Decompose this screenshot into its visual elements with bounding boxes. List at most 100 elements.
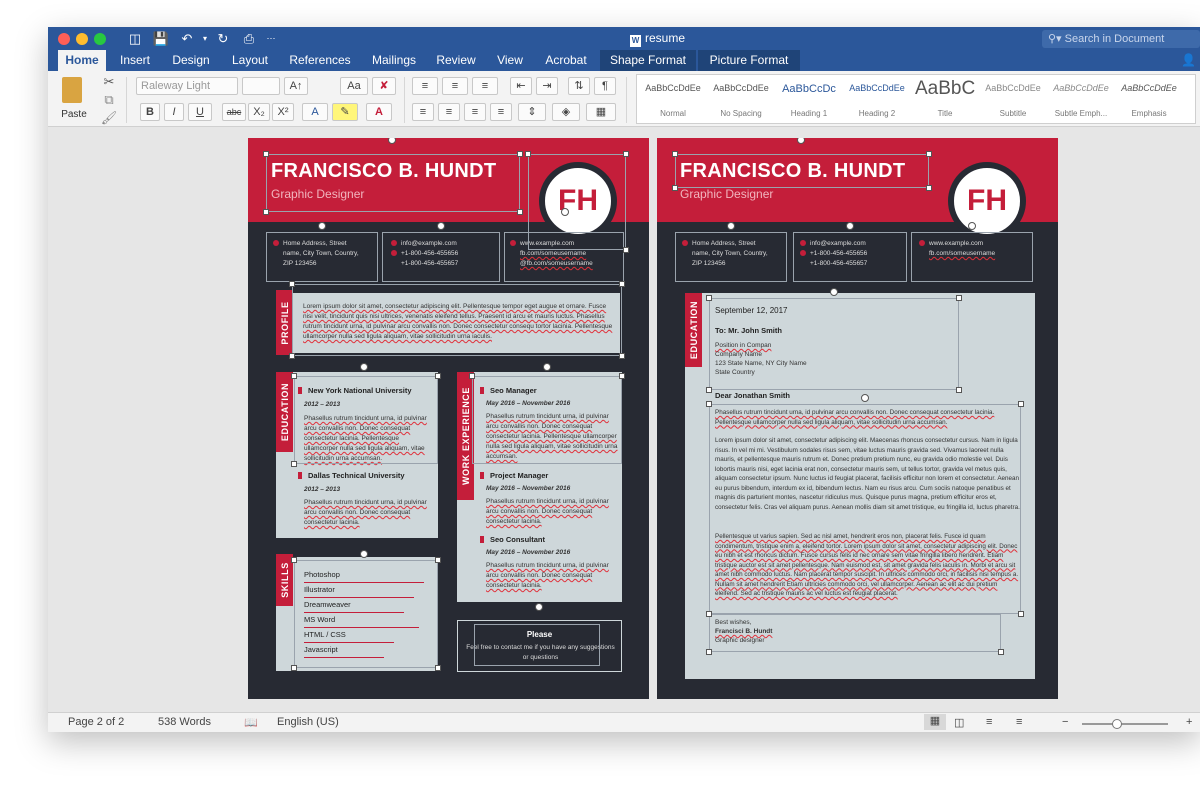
page-count[interactable]: Page 2 of 2	[68, 716, 124, 728]
clear-formatting-icon[interactable]: ✘	[372, 77, 396, 95]
work-role-2[interactable]: Project Manager	[480, 471, 548, 480]
resume-page[interactable]: FRANCISCO B. HUNDT Graphic Designer FH H…	[248, 138, 649, 699]
resize-handle[interactable]	[1018, 611, 1024, 617]
share-icon[interactable]: 👤	[1181, 53, 1196, 67]
education-text-1[interactable]: Phasellus rutrum tincidunt urna, id pulv…	[304, 414, 434, 464]
tab-shape-format[interactable]: Shape Format	[600, 50, 696, 71]
cut-icon[interactable]: ✂	[100, 73, 118, 90]
rotate-handle[interactable]	[727, 222, 735, 230]
tab-picture-format[interactable]: Picture Format	[698, 50, 800, 71]
resize-handle[interactable]	[435, 557, 441, 563]
resize-handle[interactable]	[706, 387, 712, 393]
education-tab[interactable]: EDUCATION	[276, 372, 293, 452]
style-title[interactable]: AaBbC Title	[915, 77, 975, 121]
work-text-1[interactable]: Phasellus rutrum tincidunt urna, id pulv…	[486, 412, 618, 462]
resize-handle[interactable]	[619, 373, 625, 379]
increase-indent-icon[interactable]: ⇥	[536, 77, 558, 95]
line-spacing-icon[interactable]: ⇕	[518, 103, 546, 121]
tab-view[interactable]: View	[490, 50, 530, 71]
tab-layout[interactable]: Layout	[226, 50, 274, 71]
contact-email-phone[interactable]: info@example.com +1-800-456-455656 +1-80…	[391, 239, 458, 269]
resize-handle[interactable]	[289, 353, 295, 359]
style-subtle-emphasis[interactable]: AaBbCcDdEe Subtle Emph...	[1051, 77, 1111, 121]
rotate-handle[interactable]	[535, 603, 543, 611]
close-window-button[interactable]	[58, 33, 70, 45]
letter-contact-address[interactable]: Home Address, Street name, City Town, Co…	[682, 239, 768, 269]
education-school-2[interactable]: Dallas Technical University	[298, 471, 405, 480]
resize-handle[interactable]	[706, 401, 712, 407]
proofing-icon[interactable]: 📖	[244, 716, 258, 729]
style-no-spacing[interactable]: AaBbCcDdEe No Spacing	[711, 77, 771, 121]
contact-web[interactable]: www.example.com fb.com/someusername @fb.…	[510, 239, 593, 269]
tab-home[interactable]: Home	[58, 50, 106, 71]
bullets-icon[interactable]: ≡	[412, 77, 438, 95]
font-size-select[interactable]	[242, 77, 280, 95]
resume-job-title[interactable]: Graphic Designer	[271, 187, 364, 201]
letter-paragraph-1[interactable]: Phasellus rutrum tincidunt urna, id pulv…	[715, 408, 1020, 427]
profile-text[interactable]: Lorem ipsum dolor sit amet, consectetur …	[303, 302, 613, 342]
tab-review[interactable]: Review	[432, 50, 480, 71]
letter-job-title[interactable]: Graphic Designer	[680, 187, 773, 201]
outline-view-icon[interactable]: ≡	[986, 716, 992, 728]
profile-tab[interactable]: PROFILE	[276, 290, 293, 355]
font-color-icon[interactable]: A	[366, 103, 392, 121]
letter-paragraph-2[interactable]: Lorem ipsum dolor sit amet, consectetur …	[715, 436, 1020, 512]
resize-handle[interactable]	[291, 373, 297, 379]
work-role-1[interactable]: Seo Manager	[480, 386, 537, 395]
rotate-handle[interactable]	[846, 222, 854, 230]
letter-greeting[interactable]: Dear Jonathan Smith	[715, 391, 790, 400]
rotate-handle[interactable]	[360, 363, 368, 371]
work-experience-tab[interactable]: WORK EXPERIENCE	[457, 372, 474, 500]
underline-button[interactable]: U	[188, 103, 212, 121]
grow-font-icon[interactable]: A↑	[284, 77, 308, 95]
resize-handle[interactable]	[623, 151, 629, 157]
resize-handle[interactable]	[263, 209, 269, 215]
cover-letter-page[interactable]: FRANCISCO B. HUNDT Graphic Designer FH H…	[657, 138, 1058, 699]
resume-name[interactable]: FRANCISCO B. HUNDT	[271, 160, 496, 183]
monogram-badge[interactable]: FH	[539, 162, 617, 240]
undo-dropdown-icon[interactable]: ▾	[196, 30, 214, 47]
rotate-handle[interactable]	[543, 363, 551, 371]
resize-handle[interactable]	[263, 151, 269, 157]
resize-handle[interactable]	[706, 649, 712, 655]
resize-handle[interactable]	[619, 281, 625, 287]
skills-panel[interactable]	[276, 557, 438, 671]
rotate-handle[interactable]	[861, 394, 869, 402]
letter-date[interactable]: September 12, 2017	[715, 306, 788, 315]
skill-item[interactable]: Photoshop	[304, 570, 340, 579]
customize-toolbar-icon[interactable]: ⋯	[262, 30, 280, 47]
education-dates-2[interactable]: 2012 – 2013	[304, 486, 340, 493]
web-layout-view-icon[interactable]: ◫	[954, 716, 964, 729]
resize-handle[interactable]	[1018, 401, 1024, 407]
sort-icon[interactable]: ⇅	[568, 77, 590, 95]
resize-handle[interactable]	[926, 151, 932, 157]
rotate-handle[interactable]	[561, 208, 569, 216]
contact-address[interactable]: Home Address, Street name, City Town, Co…	[273, 239, 359, 269]
resize-handle[interactable]	[469, 373, 475, 379]
resize-handle[interactable]	[291, 557, 297, 563]
tab-design[interactable]: Design	[166, 50, 216, 71]
work-text-3[interactable]: Phasellus rutrum tincidunt urna, id pulv…	[486, 561, 618, 591]
resize-handle[interactable]	[926, 185, 932, 191]
letter-signoff[interactable]: Best wishes, Francisci B. Hundt Graphic …	[715, 618, 915, 645]
search-field[interactable]: ⚲▾ Search in Document	[1042, 30, 1200, 48]
zoom-window-button[interactable]	[94, 33, 106, 45]
superscript-button[interactable]: X²	[272, 103, 294, 121]
work-dates-1[interactable]: May 2016 – November 2016	[486, 400, 570, 407]
tab-mailings[interactable]: Mailings	[366, 50, 422, 71]
skill-item[interactable]: Dreamweaver	[304, 600, 351, 609]
style-emphasis[interactable]: AaBbCcDdEe Emphasis	[1119, 77, 1179, 121]
education-text-2[interactable]: Phasellus rutrum tincidunt urna, id pulv…	[304, 498, 434, 528]
rotate-handle[interactable]	[318, 222, 326, 230]
zoom-in-icon[interactable]: +	[1186, 716, 1192, 728]
justify-icon[interactable]: ≡	[490, 103, 512, 121]
resize-handle[interactable]	[619, 353, 625, 359]
letter-name[interactable]: FRANCISCO B. HUNDT	[680, 160, 905, 183]
resize-handle[interactable]	[956, 387, 962, 393]
zoom-slider-thumb[interactable]	[1112, 719, 1122, 729]
contact-note-box[interactable]: Please Feel free to contact me if you ha…	[457, 620, 622, 672]
numbering-icon[interactable]: ≡	[442, 77, 468, 95]
text-effects-icon[interactable]: A	[302, 103, 328, 121]
resize-handle[interactable]	[706, 611, 712, 617]
resize-handle[interactable]	[291, 461, 297, 467]
